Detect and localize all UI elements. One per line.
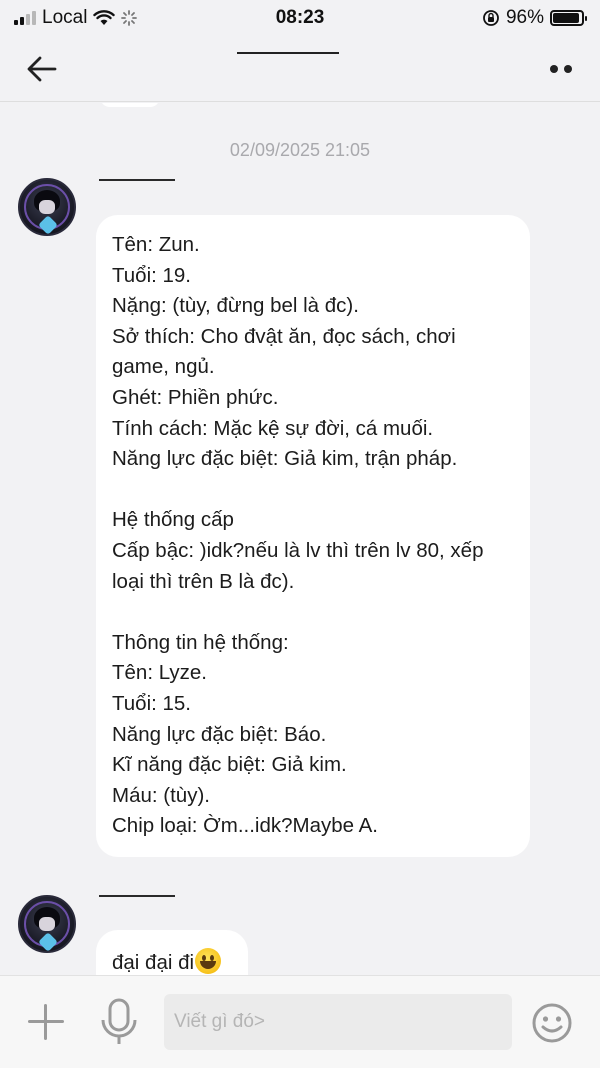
message-line: Nặng: (tùy, đừng bel là đc). [112, 294, 359, 318]
message-input[interactable] [164, 994, 512, 1050]
add-attachment-button[interactable] [26, 1002, 66, 1042]
microphone-icon [101, 998, 137, 1044]
sender-name-redacted [99, 179, 175, 181]
message-line: Chip loại: Ờm...idk?Maybe A. [112, 814, 378, 838]
status-left: Local [14, 7, 138, 29]
message-line: Tuổi: 19. [112, 263, 192, 287]
sender-avatar[interactable] [18, 178, 76, 236]
message-line: Tên: Zun. [112, 233, 200, 256]
cellular-signal-icon [14, 11, 36, 25]
input-bar [0, 975, 600, 1068]
emoji-button[interactable] [530, 1001, 574, 1045]
message-line: Hệ thống cấp [112, 508, 234, 532]
message-bubble[interactable]: đại đại đi [96, 930, 248, 975]
voice-message-button[interactable] [98, 998, 140, 1046]
loading-spinner-icon [121, 10, 138, 26]
chat-area[interactable]: 02/09/2025 21:05 Tên: Zun. Tuổi: 19. Nặng:… [0, 103, 600, 975]
orientation-lock-icon [483, 10, 499, 26]
sender-avatar[interactable] [18, 895, 76, 953]
message-line: Sở thích: Cho đvật ăn, đọc sách, chơi [112, 324, 456, 348]
battery-percent: 96% [505, 7, 544, 28]
previous-message-bubble [100, 103, 160, 107]
message-line: Năng lực đặc biệt: Giả kim, trận pháp. [112, 447, 458, 471]
sender-name-redacted [99, 895, 175, 897]
message-text: đại đại đi [112, 951, 195, 974]
status-right: 96% [482, 7, 587, 29]
message-line: Thông tin hệ thống: [112, 630, 289, 654]
back-button[interactable] [22, 49, 62, 89]
message-line: Máu: (tùy). [112, 783, 210, 807]
clock: 08:23 [275, 7, 325, 28]
smiley-icon [532, 1003, 572, 1043]
message-timestamp: 02/09/2025 21:05 [229, 140, 371, 160]
message-line: loại thì trên B là đc). [112, 569, 295, 593]
more-options-button[interactable] [542, 57, 580, 81]
status-bar: Local 08:23 96% [0, 0, 600, 36]
chat-title-redacted [237, 52, 339, 54]
grinning-face-emoji [195, 948, 222, 974]
wifi-icon [93, 10, 116, 25]
message-line: Tính cách: Mặc kệ sự đời, cá muối. [112, 416, 434, 440]
nav-bar [0, 36, 600, 102]
arrow-left-icon [27, 56, 57, 81]
message-line: Ghét: Phiền phức. [112, 385, 279, 409]
message-line: Cấp bậc: )idk?nếu là lv thì trên lv 80, … [112, 538, 484, 562]
message-line: Kĩ năng đặc biệt: Giả kim. [112, 753, 347, 777]
carrier-label: Local [42, 7, 88, 28]
message-bubble[interactable]: Tên: Zun. Tuổi: 19. Nặng: (tùy, đừng bel l… [96, 215, 530, 857]
more-dot [564, 64, 572, 73]
battery-icon [550, 10, 587, 26]
message-line: Tuổi: 15. [112, 691, 192, 715]
message-line: game, ngủ. [112, 355, 215, 379]
message-line: Năng lực đặc biệt: Báo. [112, 722, 327, 746]
more-dots-icon [550, 64, 558, 73]
message-line [112, 597, 514, 628]
message-line: Tên: Lyze. [112, 661, 207, 685]
message-line [112, 475, 514, 506]
